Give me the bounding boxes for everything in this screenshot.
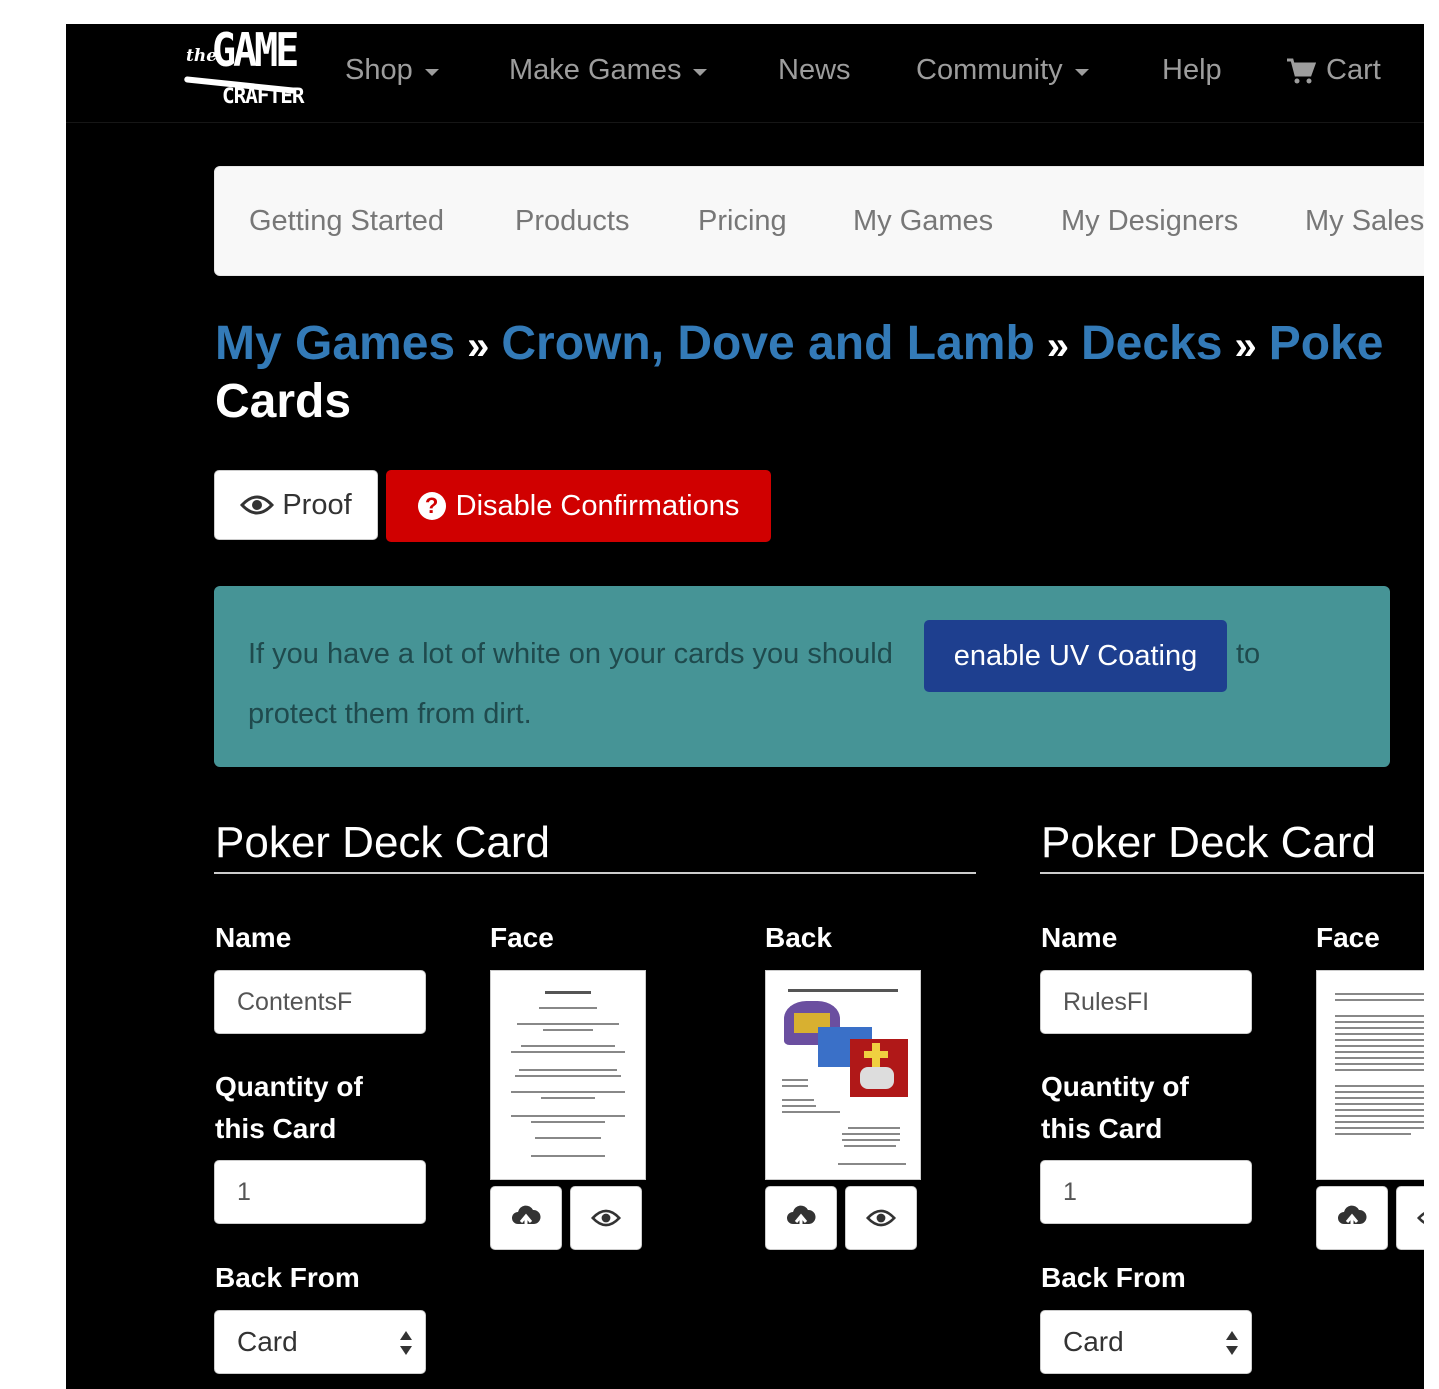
back-from-select[interactable]: Card xyxy=(214,1310,426,1374)
breadcrumb-separator: » xyxy=(1234,324,1257,368)
back-from-value: Card xyxy=(237,1326,298,1357)
quantity-input[interactable]: 1 xyxy=(214,1160,426,1224)
name-label: Name xyxy=(215,922,292,953)
face-upload-button[interactable] xyxy=(490,1186,562,1250)
card-section-title: Poker Deck Card xyxy=(1041,818,1377,867)
back-from-select[interactable]: Card xyxy=(1040,1310,1252,1374)
breadcrumb: My Games» Crown, Dove and Lamb» Decks» Poke xyxy=(215,316,1383,374)
top-navbar: the GAME CRAFTER Shop Make Games News Co… xyxy=(66,24,1424,123)
breadcrumb-separator: » xyxy=(467,324,490,368)
nav-community[interactable]: Community xyxy=(916,54,1089,87)
nav-make-games[interactable]: Make Games xyxy=(509,54,708,87)
back-from-label: Back From xyxy=(1041,1262,1186,1293)
select-arrows-icon xyxy=(1226,1331,1238,1355)
face-label: Face xyxy=(490,922,554,953)
card-section-title: Poker Deck Card xyxy=(215,818,551,867)
alert-text-after: to xyxy=(1236,638,1261,670)
quantity-label: Quantity of xyxy=(1041,1071,1189,1102)
cloud-upload-icon xyxy=(787,1205,816,1231)
enable-uv-coating-button[interactable]: enable UV Coating xyxy=(924,620,1227,692)
proof-button[interactable]: Proof xyxy=(214,470,378,540)
breadcrumb-game[interactable]: Crown, Dove and Lamb xyxy=(501,317,1034,370)
back-preview-button[interactable] xyxy=(845,1186,917,1250)
subnav-my-games[interactable]: My Games xyxy=(853,205,993,238)
face-upload-button[interactable] xyxy=(1316,1186,1388,1250)
quantity-label-line2: this Card xyxy=(215,1113,337,1144)
nav-cart[interactable]: Cart xyxy=(1286,54,1381,87)
caret-down-icon xyxy=(1074,69,1089,76)
question-circle-icon: ? xyxy=(417,492,446,520)
quantity-label-line2: this Card xyxy=(1041,1113,1163,1144)
game-crafter-logo[interactable]: the GAME CRAFTER xyxy=(182,24,316,114)
subnav-pricing[interactable]: Pricing xyxy=(698,205,787,238)
subnav-my-designers[interactable]: My Designers xyxy=(1061,205,1238,238)
breadcrumb-separator: » xyxy=(1046,324,1070,368)
nav-shop[interactable]: Shop xyxy=(345,54,439,87)
page-title: Cards xyxy=(215,375,352,428)
quantity-input[interactable]: 1 xyxy=(1040,1160,1252,1224)
caret-down-icon xyxy=(693,69,708,76)
nav-community-label: Community xyxy=(916,54,1063,86)
disable-confirmations-button[interactable]: ? Disable Confirmations xyxy=(386,470,771,542)
logo-crafter-text: CRAFTER xyxy=(222,84,305,108)
nav-help-label: Help xyxy=(1162,54,1222,86)
section-divider xyxy=(1040,872,1424,874)
uv-coating-alert: If you have a lot of white on your cards… xyxy=(214,586,1390,767)
nav-cart-label: Cart xyxy=(1326,54,1381,86)
breadcrumb-my-games[interactable]: My Games xyxy=(215,317,455,370)
caret-down-icon xyxy=(424,69,439,76)
nav-news[interactable]: News xyxy=(778,54,851,87)
subnav-products[interactable]: Products xyxy=(515,205,629,238)
nav-make-games-label: Make Games xyxy=(509,54,682,86)
back-from-label: Back From xyxy=(215,1262,360,1293)
proof-button-label: Proof xyxy=(282,488,352,521)
logo-game-text: GAME xyxy=(212,24,299,78)
cloud-upload-icon xyxy=(1338,1205,1367,1231)
back-thumbnail[interactable] xyxy=(765,970,921,1180)
subnav-my-sales[interactable]: My Sales xyxy=(1305,205,1424,238)
designer-subnav: Getting Started Products Pricing My Game… xyxy=(214,166,1424,276)
eye-icon xyxy=(240,495,275,515)
nav-help[interactable]: Help xyxy=(1162,54,1222,87)
back-label: Back xyxy=(765,922,832,953)
breadcrumb-deck[interactable]: Poke xyxy=(1269,317,1384,370)
quantity-label: Quantity of xyxy=(215,1071,363,1102)
back-from-value: Card xyxy=(1063,1326,1124,1357)
breadcrumb-decks[interactable]: Decks xyxy=(1081,317,1222,370)
eye-icon xyxy=(1417,1212,1424,1224)
face-preview-button[interactable] xyxy=(570,1186,642,1250)
nav-news-label: News xyxy=(778,54,851,86)
page-frame: the GAME CRAFTER Shop Make Games News Co… xyxy=(66,24,1424,1389)
eye-icon xyxy=(866,1209,896,1227)
name-label: Name xyxy=(1041,922,1118,953)
face-preview-button[interactable] xyxy=(1396,1186,1424,1250)
card-name-input[interactable]: RulesFI xyxy=(1040,970,1252,1034)
card-name-input[interactable]: ContentsF xyxy=(214,970,426,1034)
alert-text-line2: protect them from dirt. xyxy=(248,698,532,730)
face-thumbnail[interactable] xyxy=(490,970,646,1180)
alert-text: If you have a lot of white on your cards… xyxy=(248,638,893,670)
back-upload-button[interactable] xyxy=(765,1186,837,1250)
subnav-getting-started[interactable]: Getting Started xyxy=(249,205,444,238)
disable-confirmations-label: Disable Confirmations xyxy=(455,489,740,522)
select-arrows-icon xyxy=(400,1331,412,1355)
cloud-upload-icon xyxy=(512,1205,541,1231)
face-thumbnail[interactable] xyxy=(1316,970,1424,1180)
cart-icon xyxy=(1287,58,1316,83)
eye-icon xyxy=(591,1209,621,1227)
section-divider xyxy=(214,872,976,874)
face-label: Face xyxy=(1316,922,1380,953)
nav-shop-label: Shop xyxy=(345,54,413,86)
